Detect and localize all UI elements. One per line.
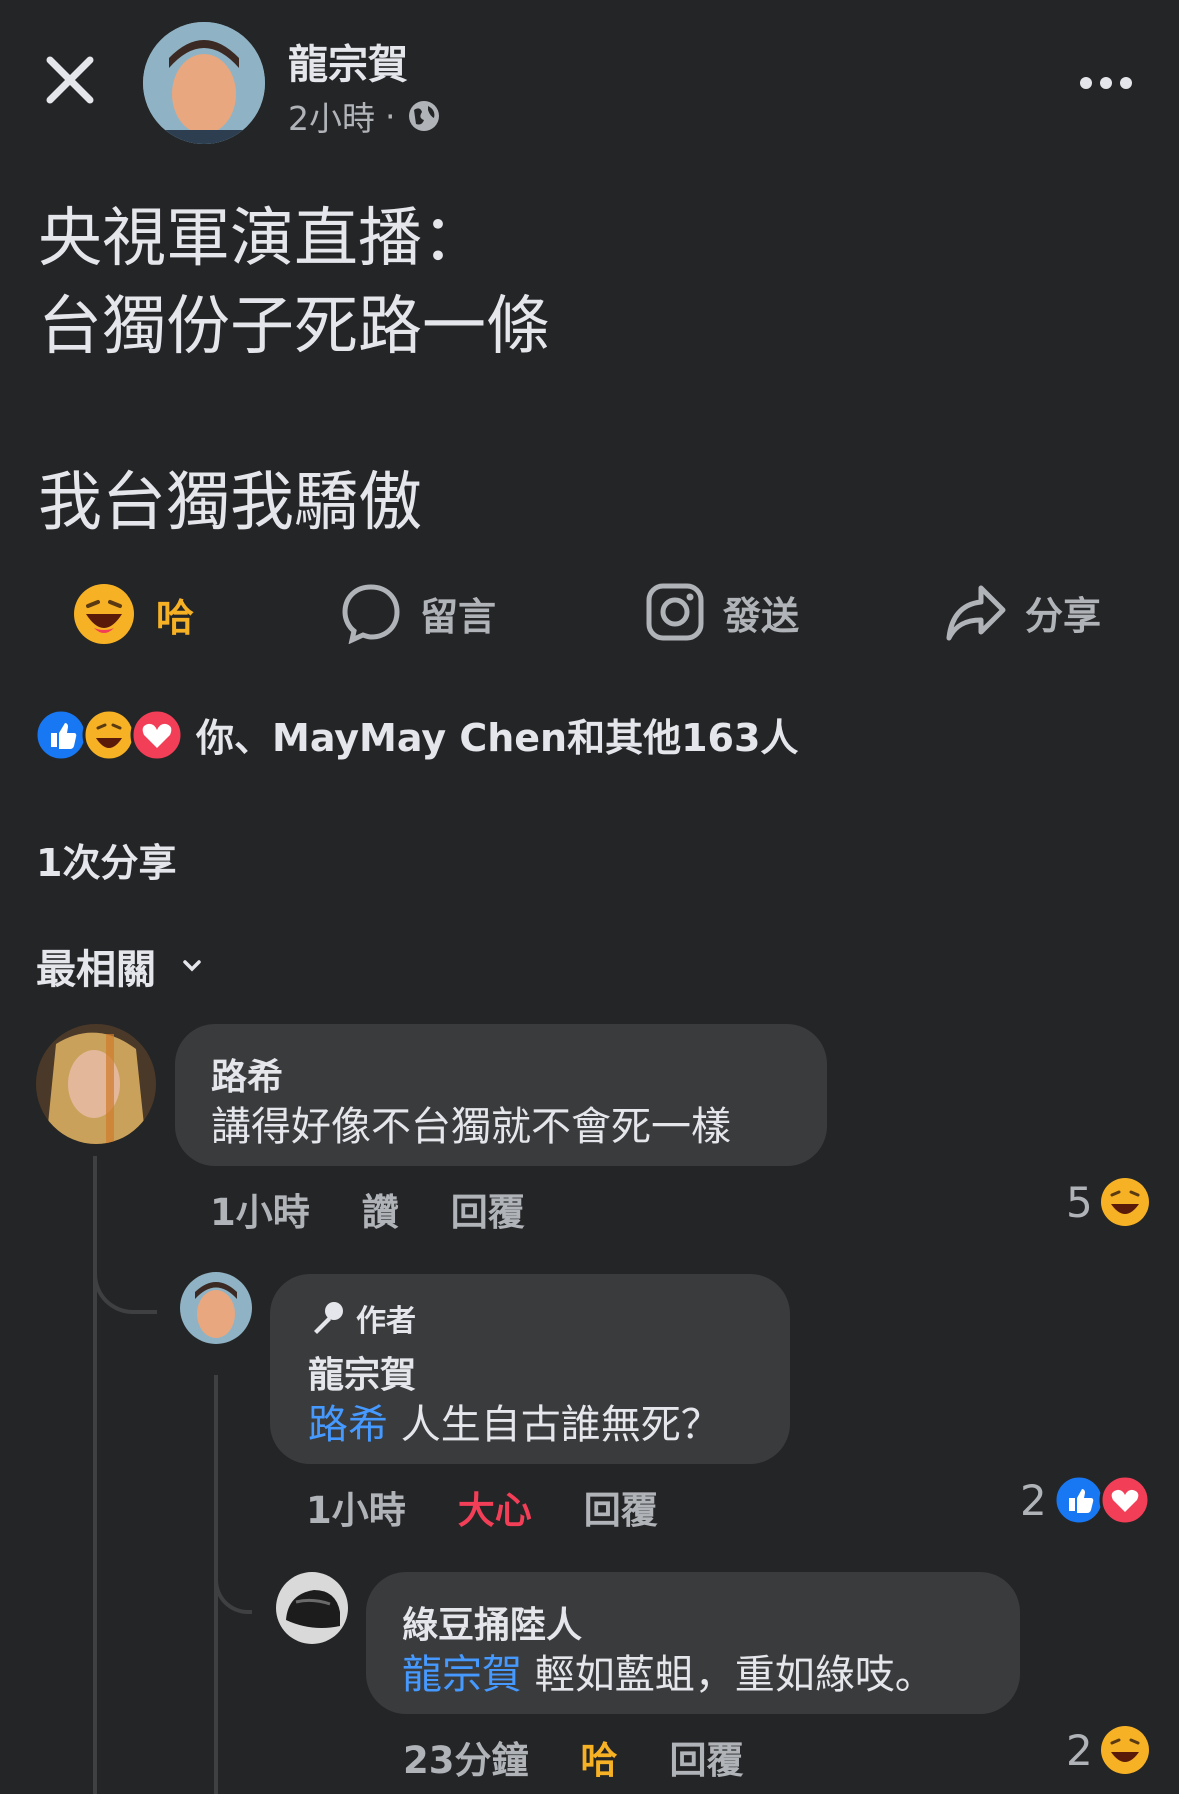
- comment-bubble[interactable]: 綠豆捅陸人 龍宗賀 輕如藍蛆，重如綠吱。: [366, 1572, 1020, 1714]
- comment-author[interactable]: 龍宗賀: [308, 1346, 416, 1398]
- reactions-summary[interactable]: 你、MayMay Chen和其他163人: [34, 707, 798, 762]
- comment-time: 23分鐘: [403, 1739, 529, 1782]
- post-line-2: 台獨份子死路一條: [38, 290, 550, 364]
- commenter-avatar[interactable]: [36, 1024, 156, 1144]
- comment-author[interactable]: 綠豆捅陸人: [402, 1596, 582, 1648]
- reply-button[interactable]: 回覆: [451, 1182, 525, 1236]
- share-count[interactable]: 1次分享: [36, 832, 176, 887]
- meta-separator: ·: [385, 96, 396, 136]
- comment-time: 1小時: [210, 1191, 310, 1234]
- comment-body: 人生自古誰無死？: [388, 1402, 721, 1448]
- comment-reaction-count[interactable]: 2: [1066, 1724, 1151, 1776]
- react-label: 哈: [156, 595, 195, 640]
- reaction-count: 2: [1020, 1475, 1047, 1525]
- sort-dropdown[interactable]: 最相關: [36, 937, 202, 995]
- react-button[interactable]: 哈: [72, 582, 194, 646]
- like-button[interactable]: 讚: [362, 1182, 399, 1236]
- love-button[interactable]: 大心: [458, 1480, 532, 1534]
- post-meta: 2小時 ·: [288, 92, 442, 140]
- comment-author[interactable]: 路希: [211, 1048, 283, 1100]
- comment-text: 路希 人生自古誰無死？: [308, 1392, 721, 1450]
- comment-body: 輕如藍蛆，重如綠吱。: [522, 1652, 935, 1698]
- haha-icon: [1100, 1178, 1149, 1226]
- commenter-avatar[interactable]: [276, 1572, 348, 1644]
- comment-icon: [342, 584, 400, 644]
- comment-meta: 1小時 讚 回覆: [210, 1182, 525, 1236]
- comment-reaction-count[interactable]: 2: [1020, 1474, 1153, 1526]
- close-button[interactable]: [40, 50, 100, 110]
- post-line-3: 我台獨我驕傲: [38, 466, 422, 540]
- send-label: 發送: [723, 593, 800, 638]
- instagram-icon: [646, 583, 704, 641]
- haha-icon: [1100, 1726, 1149, 1774]
- author-avatar[interactable]: [143, 22, 265, 144]
- share-icon: [946, 585, 1006, 641]
- reaction-icons: [34, 708, 184, 761]
- reply-button[interactable]: 回覆: [670, 1730, 744, 1784]
- share-label: 分享: [1025, 593, 1102, 638]
- comment-label: 留言: [420, 594, 497, 639]
- reaction-count: 5: [1066, 1177, 1093, 1227]
- haha-icon: [74, 584, 134, 644]
- post-text: 央視軍演直播： 台獨份子死路一條 我台獨我驕傲: [38, 195, 550, 547]
- comment-meta: 1小時 大心 回覆: [306, 1480, 658, 1534]
- reply-button[interactable]: 回覆: [584, 1480, 658, 1534]
- comment-bubble[interactable]: 作者 龍宗賀 路希 人生自古誰無死？: [270, 1274, 790, 1464]
- comment-reaction-count[interactable]: 5: [1066, 1176, 1151, 1228]
- microphone-icon: [314, 1302, 343, 1334]
- haha-button[interactable]: 哈: [581, 1730, 618, 1784]
- globe-icon[interactable]: [406, 98, 442, 134]
- sort-label: 最相關: [36, 947, 156, 993]
- post-time: 2小時: [288, 99, 375, 138]
- mention-link[interactable]: 龍宗賀: [402, 1652, 522, 1698]
- reactions-text: 你、MayMay Chen和其他163人: [196, 716, 799, 760]
- post-author-name[interactable]: 龍宗賀: [288, 32, 408, 90]
- comment-meta: 23分鐘 哈 回覆: [403, 1730, 744, 1784]
- comment-text: 講得好像不台獨就不會死一樣: [211, 1104, 731, 1150]
- author-avatar[interactable]: [180, 1272, 252, 1344]
- comment-bubble[interactable]: 路希 講得好像不台獨就不會死一樣: [175, 1024, 827, 1166]
- send-button[interactable]: 發送: [645, 582, 799, 642]
- post-line-1: 央視軍演直播：: [38, 202, 486, 276]
- chevron-down-icon: [183, 960, 201, 972]
- author-badge-label: 作者: [356, 1304, 416, 1339]
- thread-curve: [93, 1240, 157, 1314]
- more-options-button[interactable]: [1076, 68, 1136, 98]
- author-badge: 作者: [308, 1296, 416, 1340]
- comment-text: 龍宗賀 輕如藍蛆，重如綠吱。: [402, 1642, 935, 1700]
- comment-button[interactable]: 留言: [340, 582, 496, 644]
- close-icon: [46, 56, 94, 104]
- mention-link[interactable]: 路希: [308, 1402, 388, 1448]
- thread-curve: [214, 1540, 252, 1614]
- reaction-count: 2: [1066, 1725, 1093, 1775]
- share-button[interactable]: 分享: [945, 582, 1101, 642]
- like-love-icons: [1053, 1474, 1151, 1526]
- more-horizontal-icon: [1080, 77, 1132, 89]
- comment-time: 1小時: [306, 1489, 406, 1532]
